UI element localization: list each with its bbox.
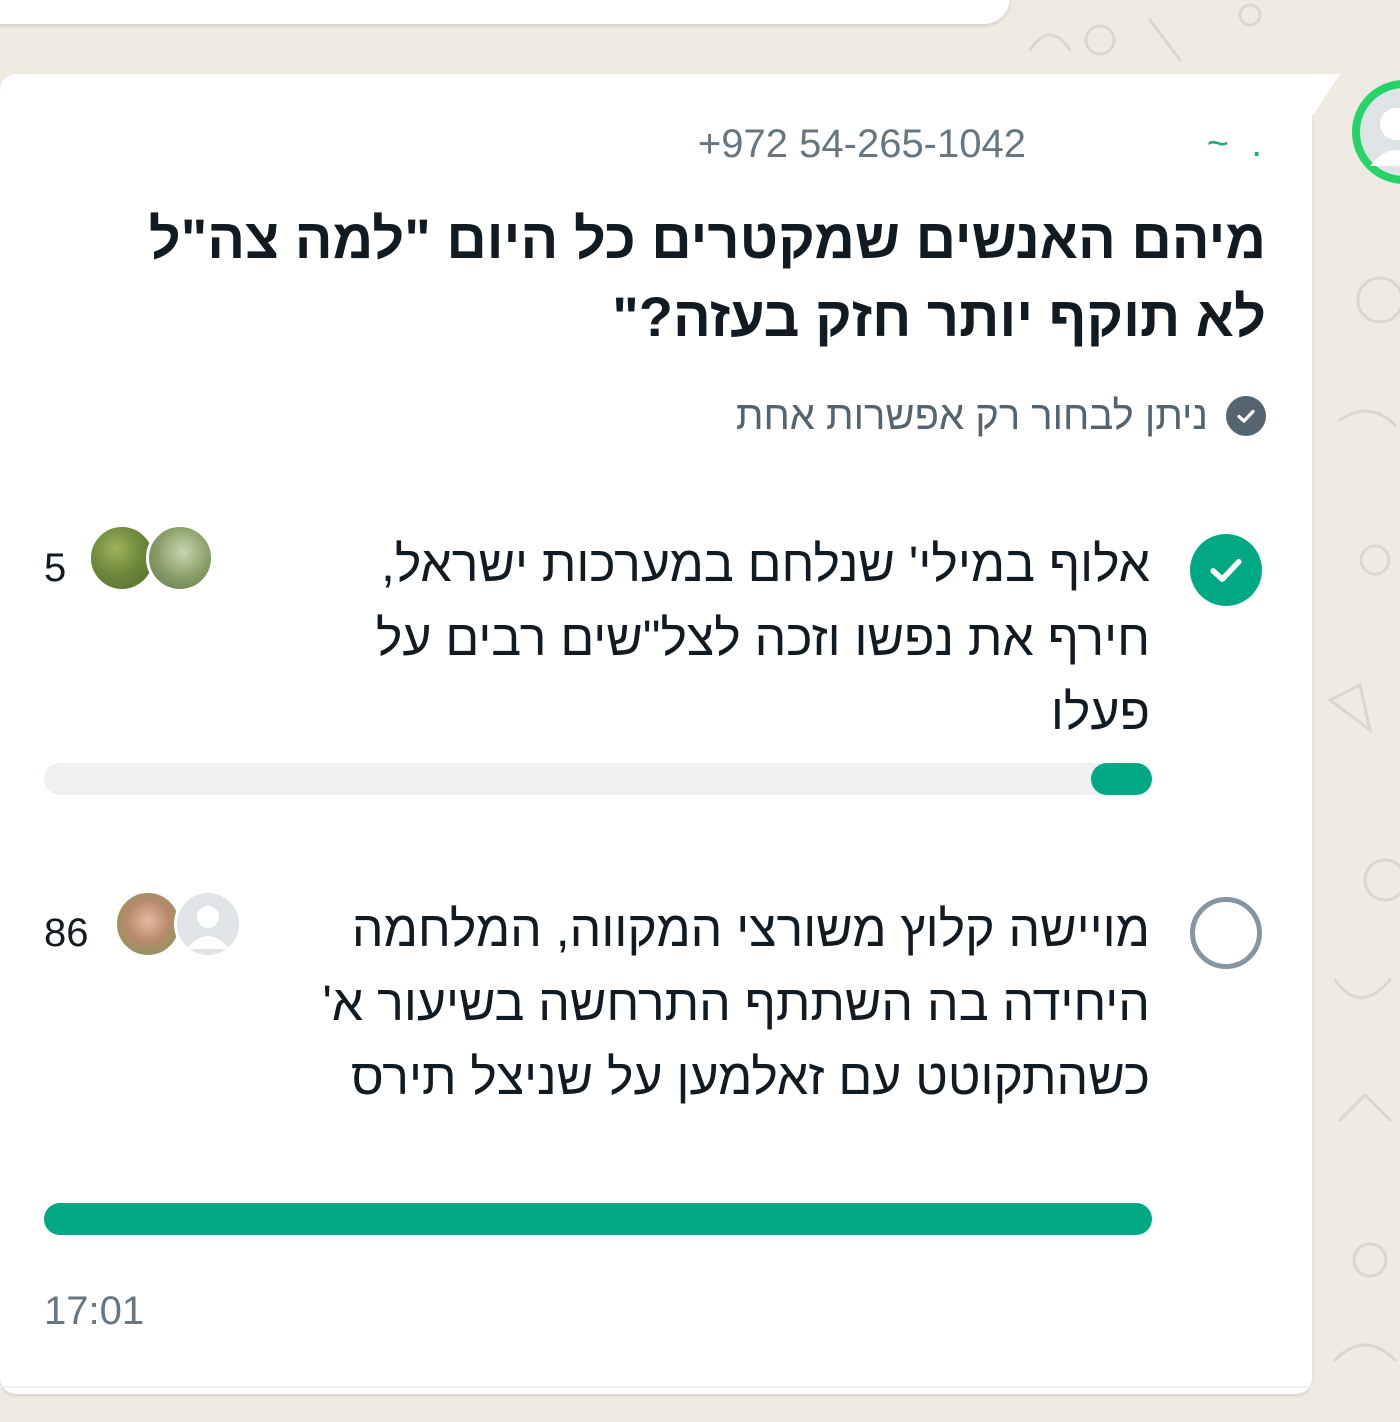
poll-question: מיהם האנשים שמקטרים כל היום "למה צה"ל לא… — [148, 207, 1266, 348]
message-time: 17:01 — [44, 1289, 145, 1333]
option-2-checkbox[interactable] — [1190, 897, 1262, 969]
option-2-vote-count[interactable]: 86 — [44, 903, 89, 963]
person-icon — [187, 906, 229, 949]
option-2-progress — [44, 1203, 1152, 1235]
message-header: +972 54-265-1042 ~ . — [0, 116, 1312, 172]
bubble-divider — [0, 1386, 1312, 1388]
sender-name[interactable]: ~ . — [1207, 116, 1268, 172]
option-2-progress-fill — [44, 1203, 1152, 1235]
voter-avatar[interactable] — [146, 524, 214, 592]
check-icon — [1210, 559, 1242, 582]
poll-hint: ניתן לבחור רק אפשרות אחת — [736, 388, 1266, 444]
option-1-label[interactable]: אלוף במילי' שנלחם במערכות ישראל, חירף את… — [290, 527, 1150, 749]
check-circle-icon — [1226, 396, 1266, 436]
option-2-label[interactable]: מויישה קלוץ משורצי המקווה, המלחמה היחידה… — [290, 892, 1150, 1114]
voter-avatar[interactable] — [114, 890, 182, 958]
previous-message-bubble — [0, 0, 1010, 24]
option-1-progress-fill — [1091, 763, 1152, 795]
option-1-progress — [44, 763, 1152, 795]
sender-phone[interactable]: +972 54-265-1042 — [698, 116, 1026, 172]
bubble-tail — [1306, 74, 1340, 122]
option-1-vote-count[interactable]: 5 — [44, 538, 66, 598]
poll-hint-text: ניתן לבחור רק אפשרות אחת — [735, 393, 1208, 438]
voter-avatar[interactable] — [174, 890, 242, 958]
option-1-checkbox[interactable] — [1190, 534, 1262, 606]
